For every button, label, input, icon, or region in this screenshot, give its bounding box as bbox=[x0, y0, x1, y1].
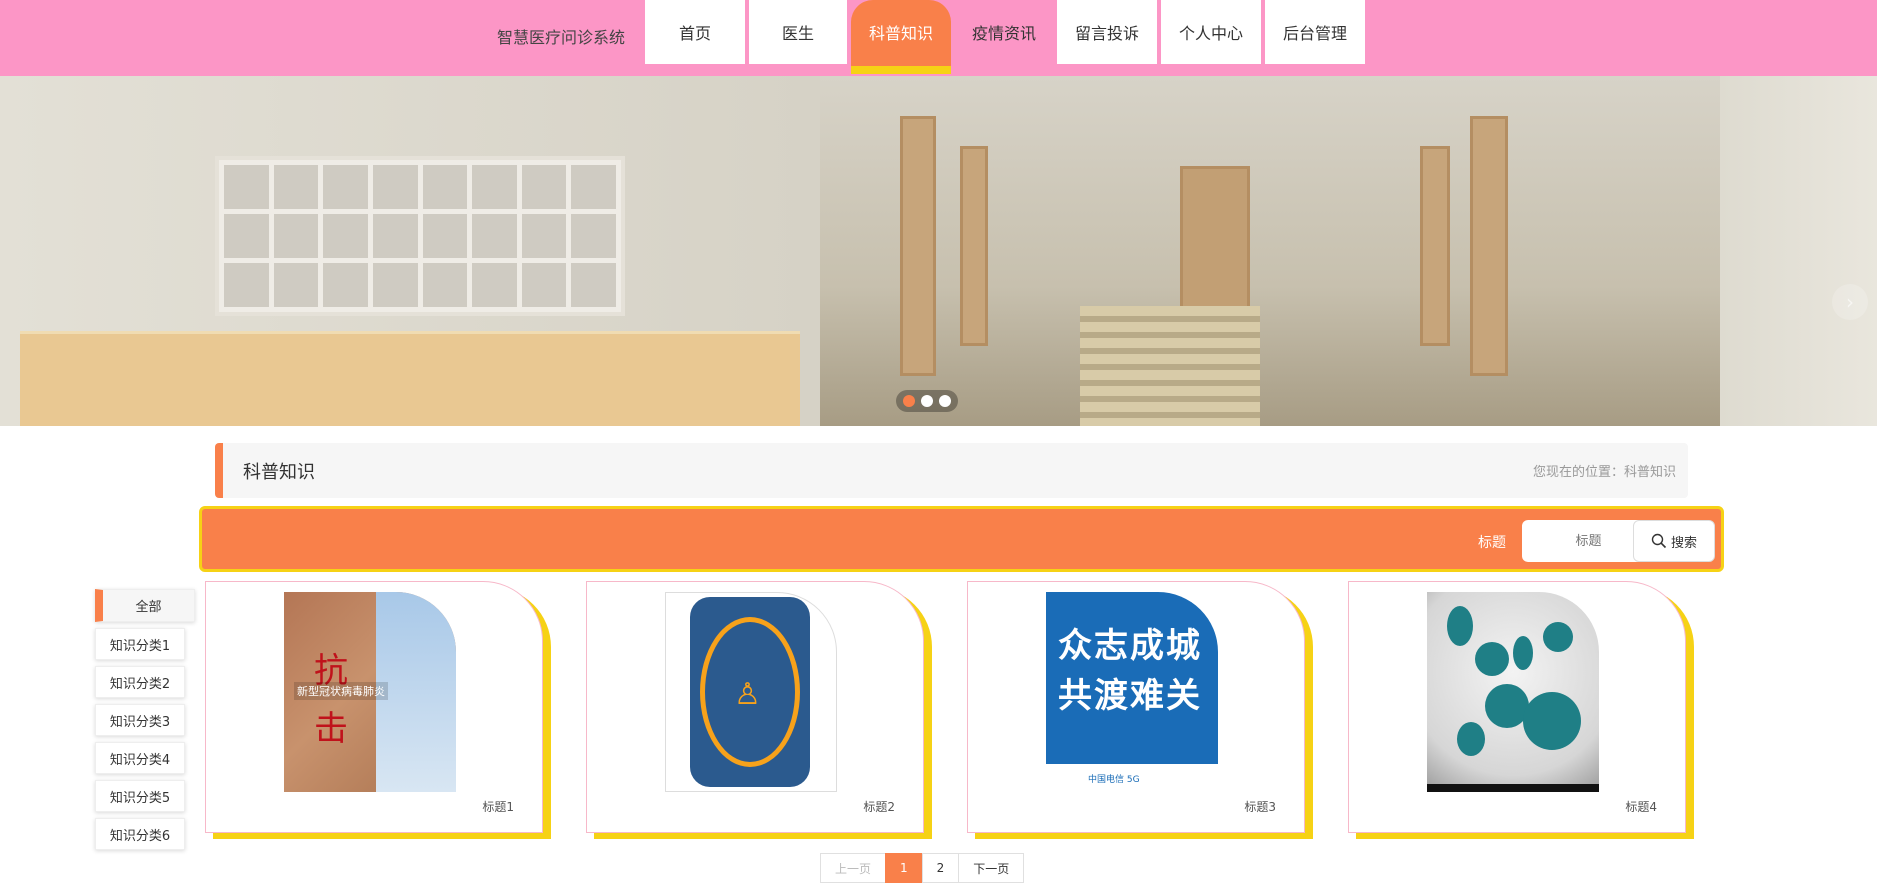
main-nav: 首页 医生 科普知识 疫情资讯 留言投诉 个人中心 后台管理 bbox=[645, 0, 1365, 74]
banner-carousel[interactable]: › bbox=[0, 76, 1877, 426]
pagination: 上一页 1 2 下一页 bbox=[820, 853, 1025, 883]
carousel-dot[interactable] bbox=[939, 395, 951, 407]
category-item[interactable]: 知识分类1 bbox=[95, 628, 185, 660]
category-item[interactable]: 知识分类2 bbox=[95, 666, 185, 698]
nav-admin[interactable]: 后台管理 bbox=[1265, 0, 1365, 64]
knowledge-card[interactable]: 抗 击 新型冠状病毒肺炎 标题1 bbox=[205, 581, 543, 833]
carousel-dot[interactable] bbox=[921, 395, 933, 407]
card-image[interactable]: 抗 击 新型冠状病毒肺炎 bbox=[284, 592, 456, 792]
nav-personal-center[interactable]: 个人中心 bbox=[1161, 0, 1261, 64]
section-header: 科普知识 您现在的位置：科普知识 bbox=[215, 443, 1688, 498]
category-item[interactable]: 知识分类5 bbox=[95, 780, 185, 812]
chevron-right-icon[interactable]: › bbox=[1832, 284, 1868, 320]
nav-home[interactable]: 首页 bbox=[645, 0, 745, 64]
category-list: 全部 知识分类1 知识分类2 知识分类3 知识分类4 知识分类5 知识分类6 bbox=[95, 589, 195, 856]
search-icon bbox=[1651, 533, 1667, 549]
card-title[interactable]: 标题3 bbox=[1244, 798, 1276, 815]
prev-page-button[interactable]: 上一页 bbox=[820, 853, 887, 883]
banner-corridor bbox=[820, 76, 1720, 426]
page-button[interactable]: 1 bbox=[885, 853, 923, 883]
page-button[interactable]: 2 bbox=[921, 853, 960, 883]
carousel-dot[interactable] bbox=[903, 395, 915, 407]
page-title: 科普知识 bbox=[243, 462, 315, 483]
category-all[interactable]: 全部 bbox=[95, 589, 195, 622]
card-title[interactable]: 标题2 bbox=[863, 798, 895, 815]
search-bar: 标题 搜索 bbox=[199, 506, 1724, 572]
knowledge-card[interactable]: 众志成城 共渡难关 中国电信 5G 标题3 bbox=[967, 581, 1305, 833]
nav-doctor[interactable]: 医生 bbox=[749, 0, 847, 64]
nav-epidemic-news[interactable]: 疫情资讯 bbox=[955, 0, 1053, 64]
image-text: 众志成城 bbox=[1058, 626, 1202, 666]
banner-chairs bbox=[1080, 306, 1260, 426]
nav-message-complaint[interactable]: 留言投诉 bbox=[1057, 0, 1157, 64]
category-item[interactable]: 知识分类3 bbox=[95, 704, 185, 736]
category-item[interactable]: 知识分类6 bbox=[95, 818, 185, 850]
card-title[interactable]: 标题4 bbox=[1625, 798, 1657, 815]
search-button[interactable]: 搜索 bbox=[1633, 520, 1715, 562]
banner-shelf bbox=[215, 156, 625, 316]
card-image[interactable] bbox=[1427, 592, 1599, 792]
carousel-indicators bbox=[896, 390, 958, 412]
image-caption: 新型冠状病毒肺炎 bbox=[294, 682, 388, 700]
card-image[interactable]: 众志成城 共渡难关 中国电信 5G bbox=[1046, 592, 1218, 792]
image-text: 共渡难关 bbox=[1058, 676, 1202, 716]
card-title[interactable]: 标题1 bbox=[482, 798, 514, 815]
knowledge-card[interactable]: 标题4 bbox=[1348, 581, 1686, 833]
banner-counter bbox=[20, 334, 800, 426]
breadcrumb: 您现在的位置：科普知识 bbox=[1532, 465, 1676, 480]
search-button-label: 搜索 bbox=[1670, 535, 1697, 551]
image-caption: 中国电信 5G bbox=[1046, 764, 1218, 792]
nav-science-knowledge[interactable]: 科普知识 bbox=[851, 0, 951, 74]
people-icon: ♙ bbox=[734, 677, 761, 712]
image-char: 击 bbox=[314, 709, 348, 749]
card-image[interactable]: ♙ bbox=[665, 592, 837, 792]
top-header: 智慧医疗问诊系统 首页 医生 科普知识 疫情资讯 留言投诉 个人中心 后台管理 bbox=[0, 0, 1877, 76]
site-brand: 智慧医疗问诊系统 bbox=[497, 28, 626, 47]
category-item[interactable]: 知识分类4 bbox=[95, 742, 185, 774]
next-page-button[interactable]: 下一页 bbox=[958, 853, 1025, 883]
banner-scene-right bbox=[1720, 76, 1877, 426]
search-label: 标题 bbox=[1478, 535, 1506, 551]
knowledge-card[interactable]: ♙ 标题2 bbox=[586, 581, 924, 833]
